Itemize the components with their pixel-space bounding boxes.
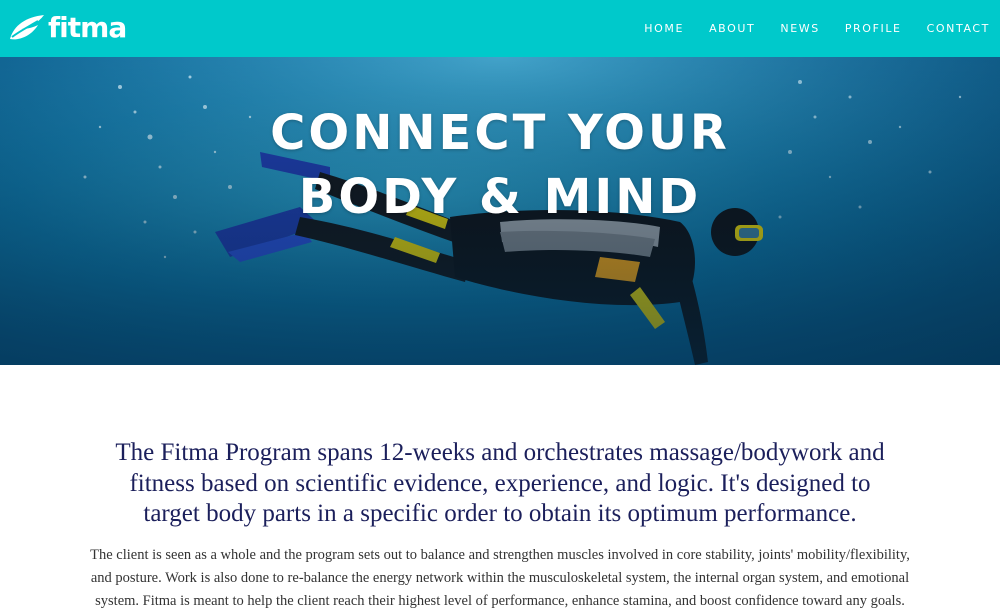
nav-about[interactable]: ABOUT bbox=[709, 22, 755, 35]
hero-title-line-2: BODY & MIND bbox=[298, 169, 702, 225]
brand-name: fitma bbox=[48, 11, 127, 44]
hero-title: CONNECT YOUR BODY & MIND bbox=[0, 101, 1000, 229]
main-nav: HOME ABOUT NEWS PROFILE CONTACT bbox=[619, 0, 990, 57]
hero-banner: CONNECT YOUR BODY & MIND bbox=[0, 57, 1000, 365]
program-intro: The Fitma Program spans 12-weeks and orc… bbox=[115, 439, 885, 527]
nav-profile[interactable]: PROFILE bbox=[845, 22, 902, 35]
nav-contact[interactable]: CONTACT bbox=[927, 22, 990, 35]
program-description: The client is seen as a whole and the pr… bbox=[90, 547, 910, 609]
nav-home[interactable]: HOME bbox=[644, 22, 684, 35]
logo-link[interactable]: fitma bbox=[8, 10, 127, 46]
hero-title-line-1: CONNECT YOUR bbox=[270, 105, 730, 161]
site-header: fitma HOME ABOUT NEWS PROFILE CONTACT bbox=[0, 0, 1000, 57]
nav-news[interactable]: NEWS bbox=[780, 22, 819, 35]
leaf-swoosh-icon bbox=[10, 15, 44, 40]
